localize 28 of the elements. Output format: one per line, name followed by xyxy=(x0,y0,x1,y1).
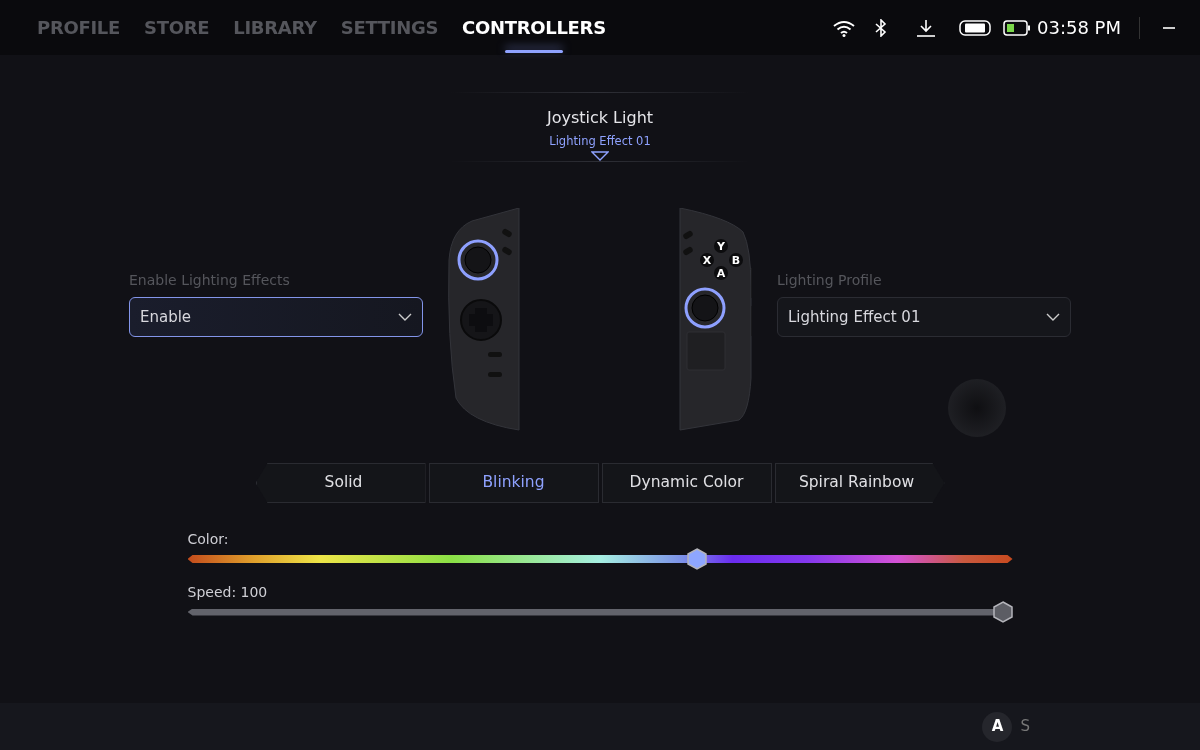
clock-time: 03:58 PM xyxy=(1037,16,1121,40)
section-title: Joystick Light xyxy=(546,108,654,128)
bluetooth-icon[interactable] xyxy=(874,18,888,37)
hue-slider-track[interactable] xyxy=(187,548,1013,570)
field-label: Lighting Profile xyxy=(777,271,883,289)
handheld-icon[interactable] xyxy=(959,18,991,37)
field-label: Enable Lighting Effects xyxy=(129,271,291,289)
effect-tab[interactable]: Blinking xyxy=(428,463,599,503)
nav-tab[interactable]: CONTROLLERS xyxy=(450,0,618,55)
slider-thumb[interactable] xyxy=(686,548,707,570)
a-key-icon: A xyxy=(982,711,1013,742)
dropdown[interactable]: Lighting Effect 01 xyxy=(777,297,1071,337)
speed-slider-track[interactable] xyxy=(187,601,1013,623)
chevron-down-icon xyxy=(1046,313,1060,321)
chevron-down-icon xyxy=(398,313,412,321)
download-icon[interactable] xyxy=(916,18,936,37)
wifi-icon[interactable] xyxy=(832,18,856,37)
slider-thumb[interactable] xyxy=(992,601,1013,623)
slider-label: Color: xyxy=(187,530,230,548)
slider-label: Speed: 100 xyxy=(187,583,269,601)
battery-icon xyxy=(1003,18,1031,37)
effect-tab[interactable]: Spiral Rainbow xyxy=(774,463,945,503)
effect-tab[interactable]: Solid xyxy=(255,463,426,503)
triangle-down-icon[interactable] xyxy=(591,151,609,161)
dropdown[interactable]: Enable xyxy=(129,297,423,337)
section-subtitle: Lighting Effect 01 xyxy=(549,134,651,148)
effect-tab[interactable]: Dynamic Color xyxy=(601,463,772,503)
footer-label: S xyxy=(1020,716,1030,738)
